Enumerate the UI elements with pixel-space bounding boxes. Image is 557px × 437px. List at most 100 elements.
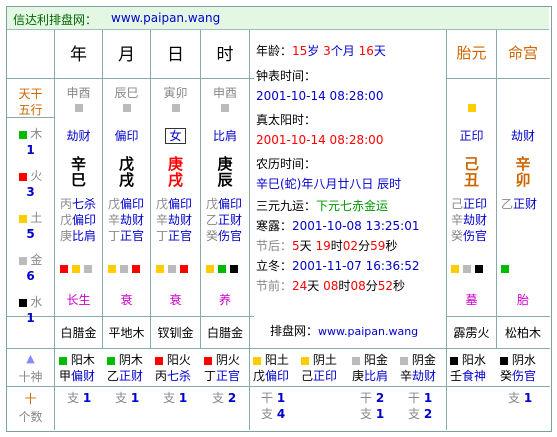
count-cell: 支 2 [212,391,237,405]
color-square-icon [18,298,27,307]
site-label: 排盘网： [270,324,319,338]
color-square-icon [167,264,176,273]
pillar-sq [151,100,200,114]
pillar-nayin: 白腊金 [206,326,243,340]
color-square-icon [450,356,458,365]
lunar-value: 辛巳(蛇)年八月廿八日 辰时 [256,177,402,191]
color-square-icon [500,356,508,365]
pillar-header: 年 [70,45,87,65]
shishen-cell: 阴木 乙正财 [107,353,144,383]
color-square-icon [301,356,309,365]
color-square-icon [217,264,226,273]
wuxing-label: 五行 [18,103,43,117]
pillar-state: 衰 [169,293,182,307]
color-square-icon [74,103,83,112]
pillar-sq [103,100,150,114]
hidden-stem-row: 癸伤官 [206,229,243,243]
hidden-stem-row: 乙正财 [501,197,538,211]
color-square-icon [18,256,27,265]
element-4: 水1 [7,292,54,334]
color-square-icon [400,356,408,365]
hidden-stem-row: 丙七杀 [60,197,97,211]
pillar-header: 日 [167,45,184,65]
pillar-sqs [60,261,107,275]
hidden-stem-row: 丁正官 [108,229,145,243]
tiangan-label: 天干 [18,87,43,101]
element-counts: 木1 火3 土5 金6 水1 [7,124,54,334]
extra-sq [447,100,496,114]
color-square-icon [107,356,115,365]
color-square-icon [18,172,27,181]
pillar-state: 养 [218,293,231,307]
color-square-icon [122,103,131,112]
shishen-cell: 阳木 甲偏财 [59,353,96,383]
info-panel: 年龄：15岁 3个月 16天 [256,42,446,61]
pillar-ganzhi-big: 戊戌 [118,155,134,189]
color-square-icon [206,264,214,273]
extra-nayin: 霹雳火 [453,326,490,340]
extra-ganzhi-big: 辛卯 [515,155,531,189]
color-square-icon [59,356,67,365]
shishen-cell: 阴金 辛劫财 [400,353,437,383]
hidden-stem-row: 丁正官 [156,229,193,243]
pillar-hidden: 戊偏印 乙正财 癸伤官 [206,196,254,244]
pillar-sq [55,100,102,114]
pillar-ganzhi-big: 庚辰 [217,155,233,189]
pillar-hidden: 戊偏印 辛劫财 丁正官 [108,196,155,244]
color-square-icon [229,264,238,273]
pillar-sqs [108,261,155,275]
element-1: 火3 [7,166,54,208]
hidden-stem-row: 癸伤官 [451,229,488,243]
site-url[interactable]: www.paipan.wang [318,325,418,338]
shishen-cell: 阳金 庚比肩 [352,353,389,383]
color-square-icon [131,264,140,273]
solar-value: 2001-10-14 08:28:00 [256,133,384,147]
pillar-ganzhi-big: 庚戌 [167,155,183,189]
pillar-state: 衰 [120,293,133,307]
geshu-label: 个数 [18,410,43,424]
hidden-stem-row: 戊偏印 [60,213,97,227]
clock-value: 2001-10-14 08:28:00 [256,89,384,103]
hidden-stem-row: 乙正财 [206,213,243,227]
pillar-shishen: 偏印 [114,129,139,143]
extra-state: 墓 [465,293,478,307]
extra-state: 胎 [516,293,529,307]
after-jieqi-row: 节后：5天 19时02分59秒 [256,239,398,253]
color-square-icon [60,264,68,273]
color-square-icon [108,264,116,273]
clock-label: 钟表时间： [256,69,317,83]
extra-sqs [501,261,553,275]
gender-box: 女 [165,128,186,144]
pillar-nayin: 平地木 [108,326,145,340]
element-0: 木1 [7,124,54,166]
count-cell: 干 1 支 4 [261,391,286,421]
banner-url[interactable]: www.paipan.wang [111,11,220,25]
site-row: 排盘网：www.paipan.wang [270,322,450,339]
tiangan-wuxing-label: 天干 五行 [7,86,54,118]
pillar-ganzhi: 辰巳 [114,86,139,100]
pillar-sq [201,100,249,114]
shishen-cell: 阴火 丁正官 [204,353,241,383]
extra-shishen: 正印 [459,129,484,143]
pillar-state: 长生 [66,293,91,307]
pillar-ganzhi: 申酉 [212,86,237,100]
color-square-icon [451,264,459,273]
color-square-icon [253,356,261,365]
color-square-icon [18,214,27,223]
color-square-icon [204,356,212,365]
solar-label: 真太阳时： [256,113,317,127]
pillar-header: 时 [216,45,234,65]
pillar-shishen: 劫财 [66,129,91,143]
element-3: 金6 [7,250,54,292]
shi-label: 十 [24,392,37,406]
color-square-icon [71,264,80,273]
hidden-stem-row: 戊偏印 [156,197,193,211]
extra-ganzhi-big: 己丑 [463,155,479,189]
color-square-icon [171,103,180,112]
color-square-icon [156,264,164,273]
triangle-icon: ▲ [26,352,35,365]
hidden-stem-row: 戊偏印 [206,197,243,211]
color-square-icon [462,264,471,273]
pillar-hidden: 丙七杀 戊偏印 庚比肩 [60,196,107,244]
extra-nayin: 松柏木 [504,326,541,340]
